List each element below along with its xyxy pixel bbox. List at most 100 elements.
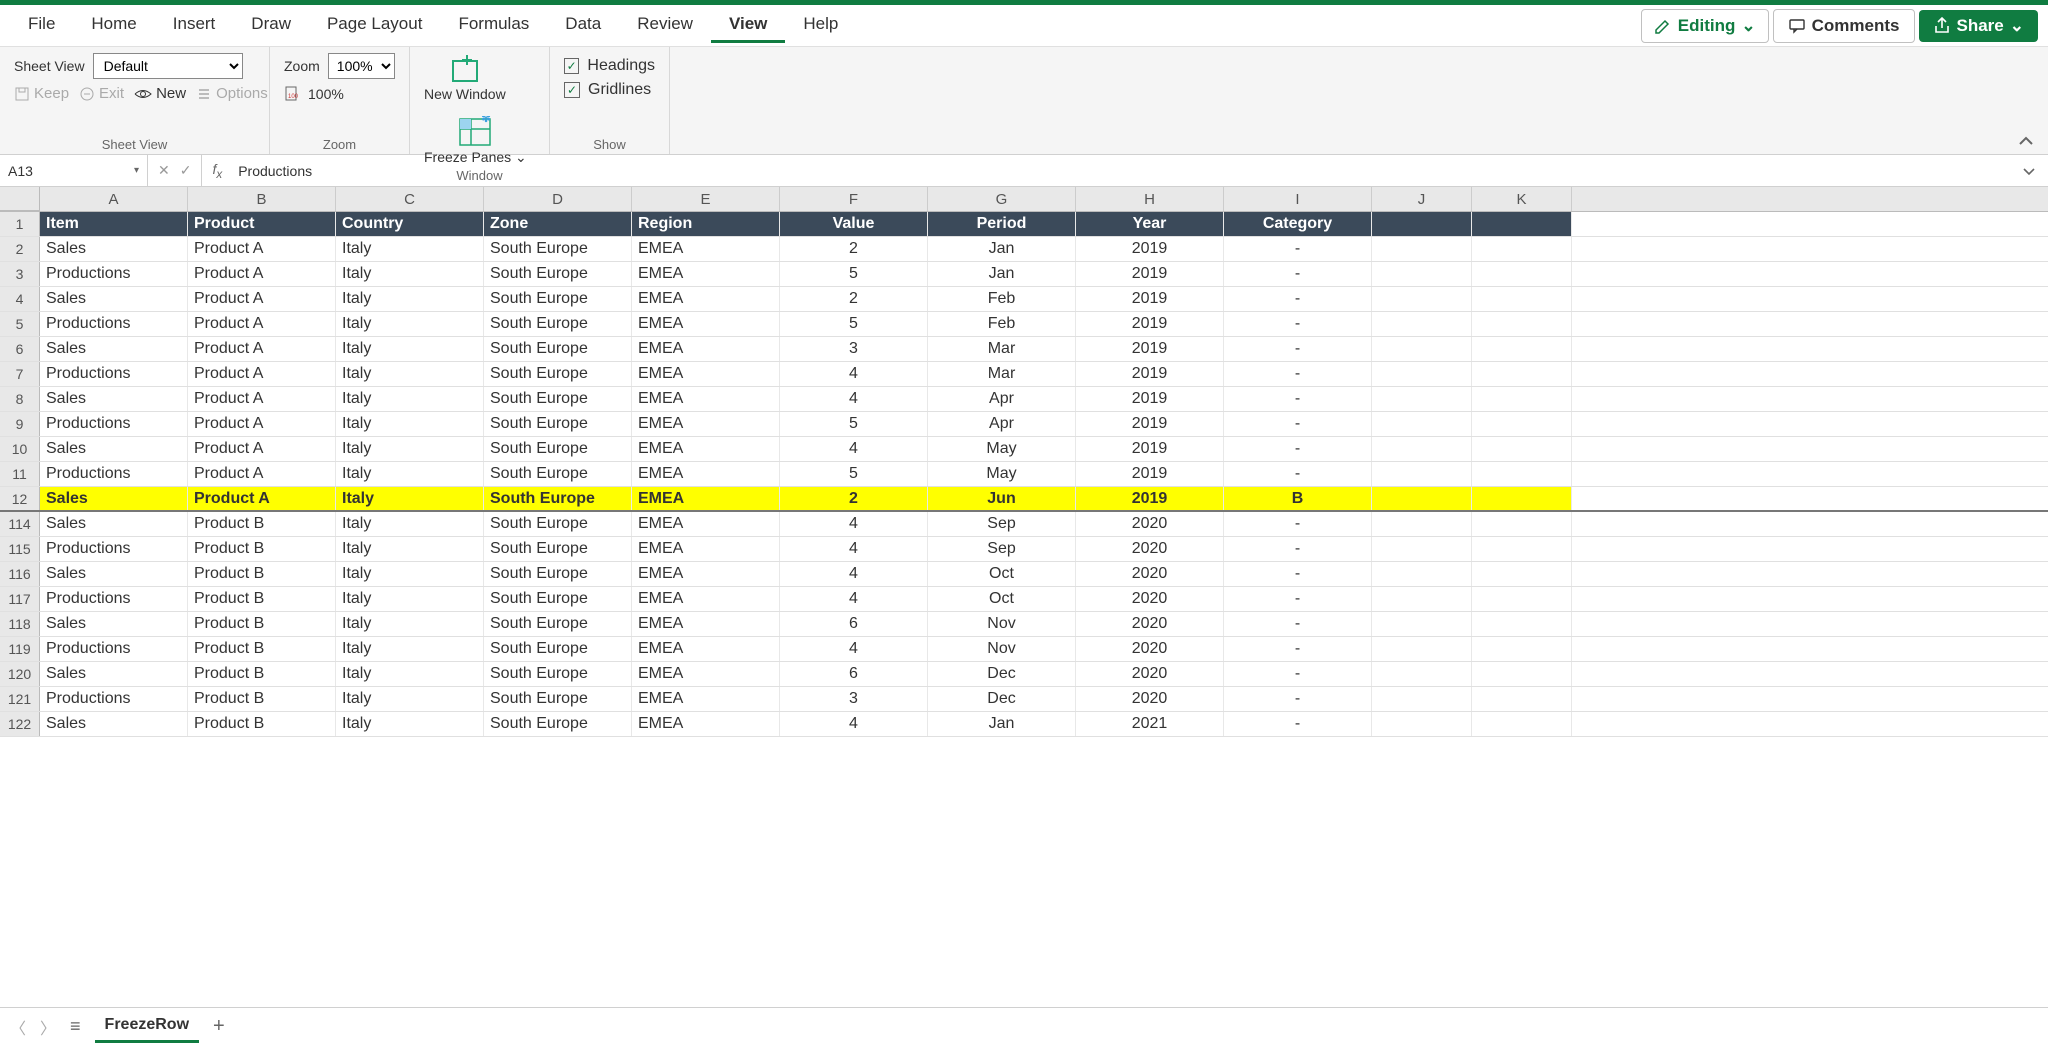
- sheet-prev-button[interactable]: 〈: [10, 1015, 26, 1039]
- cell[interactable]: 2019: [1076, 462, 1224, 486]
- cell[interactable]: EMEA: [632, 437, 780, 461]
- cell[interactable]: -: [1224, 687, 1372, 711]
- cell[interactable]: Product B: [188, 537, 336, 561]
- cell[interactable]: Italy: [336, 487, 484, 510]
- cell[interactable]: Product A: [188, 437, 336, 461]
- cell[interactable]: Product A: [188, 387, 336, 411]
- cell[interactable]: B: [1224, 487, 1372, 510]
- cell[interactable]: Jan: [928, 237, 1076, 261]
- cell[interactable]: 4: [780, 537, 928, 561]
- cell[interactable]: Item: [40, 212, 188, 236]
- row-header[interactable]: 6: [0, 337, 40, 361]
- cell[interactable]: EMEA: [632, 512, 780, 536]
- cell[interactable]: 5: [780, 412, 928, 436]
- cell[interactable]: Sep: [928, 537, 1076, 561]
- all-sheets-button[interactable]: ≡: [70, 1016, 81, 1037]
- cell[interactable]: [1372, 562, 1472, 586]
- cell[interactable]: South Europe: [484, 237, 632, 261]
- menu-review[interactable]: Review: [619, 8, 711, 43]
- cell[interactable]: [1472, 612, 1572, 636]
- cell[interactable]: Sales: [40, 237, 188, 261]
- editing-mode-button[interactable]: Editing ⌄: [1641, 9, 1769, 43]
- cell[interactable]: South Europe: [484, 637, 632, 661]
- cell[interactable]: 4: [780, 712, 928, 736]
- cell[interactable]: Value: [780, 212, 928, 236]
- menu-home[interactable]: Home: [73, 8, 154, 43]
- row-header[interactable]: 3: [0, 262, 40, 286]
- menu-insert[interactable]: Insert: [155, 8, 234, 43]
- cell[interactable]: 3: [780, 337, 928, 361]
- menu-formulas[interactable]: Formulas: [440, 8, 547, 43]
- cell[interactable]: South Europe: [484, 462, 632, 486]
- cell[interactable]: Italy: [336, 237, 484, 261]
- cell[interactable]: -: [1224, 412, 1372, 436]
- col-header[interactable]: D: [484, 187, 632, 211]
- cell[interactable]: [1472, 512, 1572, 536]
- formula-input[interactable]: Productions: [232, 155, 2010, 186]
- cell[interactable]: Italy: [336, 387, 484, 411]
- cell[interactable]: Italy: [336, 662, 484, 686]
- row-header[interactable]: 8: [0, 387, 40, 411]
- select-all-corner[interactable]: [0, 187, 40, 211]
- cell[interactable]: [1372, 487, 1472, 510]
- cell[interactable]: [1472, 637, 1572, 661]
- cell[interactable]: -: [1224, 262, 1372, 286]
- cell[interactable]: Sales: [40, 387, 188, 411]
- cell[interactable]: Sales: [40, 337, 188, 361]
- cell[interactable]: South Europe: [484, 412, 632, 436]
- cell[interactable]: Sales: [40, 662, 188, 686]
- cell[interactable]: Productions: [40, 537, 188, 561]
- cell[interactable]: [1472, 662, 1572, 686]
- cell[interactable]: Productions: [40, 312, 188, 336]
- cell[interactable]: 2020: [1076, 637, 1224, 661]
- cell[interactable]: EMEA: [632, 312, 780, 336]
- cell[interactable]: -: [1224, 312, 1372, 336]
- sheet-next-button[interactable]: 〉: [40, 1015, 56, 1039]
- cell[interactable]: [1372, 637, 1472, 661]
- cell[interactable]: -: [1224, 562, 1372, 586]
- cell[interactable]: Product B: [188, 637, 336, 661]
- cell[interactable]: 2020: [1076, 587, 1224, 611]
- cell[interactable]: Oct: [928, 587, 1076, 611]
- share-button[interactable]: Share ⌄: [1919, 10, 2039, 42]
- cell[interactable]: 2: [780, 287, 928, 311]
- col-header[interactable]: E: [632, 187, 780, 211]
- cell[interactable]: South Europe: [484, 437, 632, 461]
- cell[interactable]: -: [1224, 337, 1372, 361]
- comments-button[interactable]: Comments: [1773, 9, 1915, 43]
- row-header[interactable]: 122: [0, 712, 40, 736]
- cell[interactable]: -: [1224, 387, 1372, 411]
- cell[interactable]: [1372, 612, 1472, 636]
- cell[interactable]: Product B: [188, 612, 336, 636]
- cell[interactable]: Italy: [336, 337, 484, 361]
- cell[interactable]: Product A: [188, 337, 336, 361]
- col-header[interactable]: J: [1372, 187, 1472, 211]
- cell[interactable]: [1372, 312, 1472, 336]
- cell[interactable]: [1372, 262, 1472, 286]
- cell[interactable]: [1372, 512, 1472, 536]
- cell[interactable]: 2019: [1076, 412, 1224, 436]
- row-header[interactable]: 1: [0, 212, 40, 236]
- cell[interactable]: [1472, 262, 1572, 286]
- cell[interactable]: -: [1224, 462, 1372, 486]
- cell[interactable]: Productions: [40, 637, 188, 661]
- row-header[interactable]: 121: [0, 687, 40, 711]
- cell[interactable]: 4: [780, 362, 928, 386]
- menu-file[interactable]: File: [10, 8, 73, 43]
- cell[interactable]: Sales: [40, 287, 188, 311]
- cell[interactable]: Product B: [188, 712, 336, 736]
- cell[interactable]: -: [1224, 537, 1372, 561]
- cell[interactable]: [1372, 587, 1472, 611]
- cell[interactable]: Productions: [40, 362, 188, 386]
- cell[interactable]: -: [1224, 587, 1372, 611]
- row-header[interactable]: 2: [0, 237, 40, 261]
- cell[interactable]: Italy: [336, 287, 484, 311]
- cell[interactable]: 2019: [1076, 437, 1224, 461]
- cell[interactable]: 2: [780, 487, 928, 510]
- cell[interactable]: South Europe: [484, 712, 632, 736]
- cell[interactable]: [1472, 587, 1572, 611]
- cell[interactable]: May: [928, 437, 1076, 461]
- cell[interactable]: Italy: [336, 412, 484, 436]
- formula-expand-button[interactable]: [2010, 166, 2048, 176]
- cell[interactable]: 4: [780, 637, 928, 661]
